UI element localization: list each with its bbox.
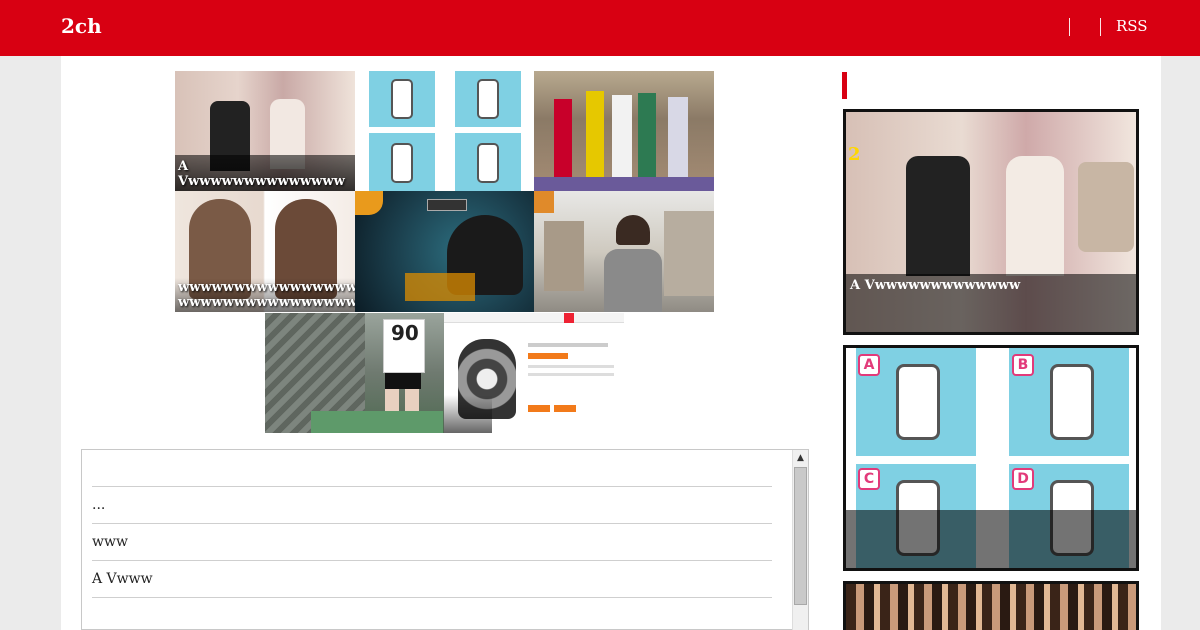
panel-label-icon: B [1012, 354, 1034, 376]
thumbnail-hair-compare[interactable]: wwwwwwwwwwwwwwwwwwww wwwwwwwwwwwwwwww [175, 191, 355, 312]
sidebar-heading-marker [842, 72, 847, 99]
thumbnail-costume-group[interactable] [534, 71, 714, 191]
listing-badge [564, 313, 574, 323]
panel-label-icon: D [1012, 468, 1034, 490]
thumbnail-caption: A Vwwwwwwwwwwwwww [175, 157, 355, 191]
comment-scrollbar[interactable]: ▲ [792, 450, 808, 630]
phone-icon [391, 143, 413, 183]
cart-button-graphic [554, 405, 576, 412]
top-bar: 2ch RSS [0, 0, 1200, 56]
nav-divider [1100, 18, 1101, 36]
phone-icon [896, 364, 940, 440]
listing-line [528, 365, 614, 368]
person-figure [638, 93, 656, 187]
comment-item: www [92, 524, 772, 561]
rank-number: 2 [848, 144, 861, 165]
person-figure [668, 97, 688, 187]
sidebar-card-av-talk[interactable]: 2 A Vwwwwwwwwwwwww [843, 109, 1139, 335]
thumbnail-caption: wwwwwwwwwwwwwwwwwwww wwwwwwwwwwwwwwww [175, 278, 355, 312]
sidebar-card-crowd[interactable] [843, 581, 1139, 630]
caption-shade [444, 395, 492, 433]
person-figure [612, 95, 632, 187]
price-line [528, 353, 568, 359]
person-head [616, 215, 650, 245]
person-figure [586, 91, 604, 187]
bag-figure [1078, 162, 1134, 252]
caption-overlay [405, 273, 475, 301]
thumbnail-street-woman[interactable] [534, 191, 714, 312]
phone-icon [391, 79, 413, 119]
comment-item: ... [92, 487, 772, 524]
person-figure [906, 156, 970, 276]
player-shorts [385, 373, 421, 389]
comment-item [92, 450, 772, 487]
sidebar-card-phone-grip[interactable]: A B C D [843, 345, 1139, 571]
person-figure [554, 99, 572, 187]
listing-line [528, 343, 608, 347]
rss-link[interactable]: RSS [1116, 17, 1148, 35]
listing-header [444, 313, 624, 323]
thumbnail-hoodie-listing[interactable] [444, 313, 624, 433]
sidebar-card-image [846, 584, 1136, 630]
site-title[interactable]: 2ch [61, 14, 102, 38]
scroll-up-arrow-icon[interactable]: ▲ [793, 450, 808, 466]
panel-label-icon: A [858, 354, 880, 376]
jersey-number: 90 [391, 321, 419, 345]
building [664, 211, 714, 296]
building [544, 221, 584, 291]
buy-button-graphic [528, 405, 550, 412]
thumbnail-av-talk[interactable]: A Vwwwwwwwwwwwwww [175, 71, 355, 191]
listing-line [528, 373, 614, 376]
phone-icon [1050, 364, 1094, 440]
sidebar-card-caption: A Vwwwwwwwwwwwww [846, 274, 1136, 332]
comment-list[interactable]: ... www A Vwww [81, 449, 809, 630]
person-figure [604, 249, 662, 312]
thumbnail-baseball-90[interactable]: 90 [265, 313, 444, 433]
comment-item: A Vwww [92, 561, 772, 598]
sidebar-card-caption [846, 510, 1136, 568]
phone-icon [477, 143, 499, 183]
floor [534, 177, 714, 191]
nav-divider [1069, 18, 1070, 36]
field-grass [311, 411, 443, 433]
thumbnail-keyaki46[interactable] [355, 191, 534, 312]
person-figure [1006, 156, 1064, 276]
panel-label-icon: C [858, 468, 880, 490]
phone-icon [477, 79, 499, 119]
scrollbar-thumb[interactable] [794, 467, 807, 605]
thumbnail-phone-grip[interactable] [355, 71, 534, 191]
logo-badge [534, 191, 554, 213]
sign-label [427, 199, 467, 211]
